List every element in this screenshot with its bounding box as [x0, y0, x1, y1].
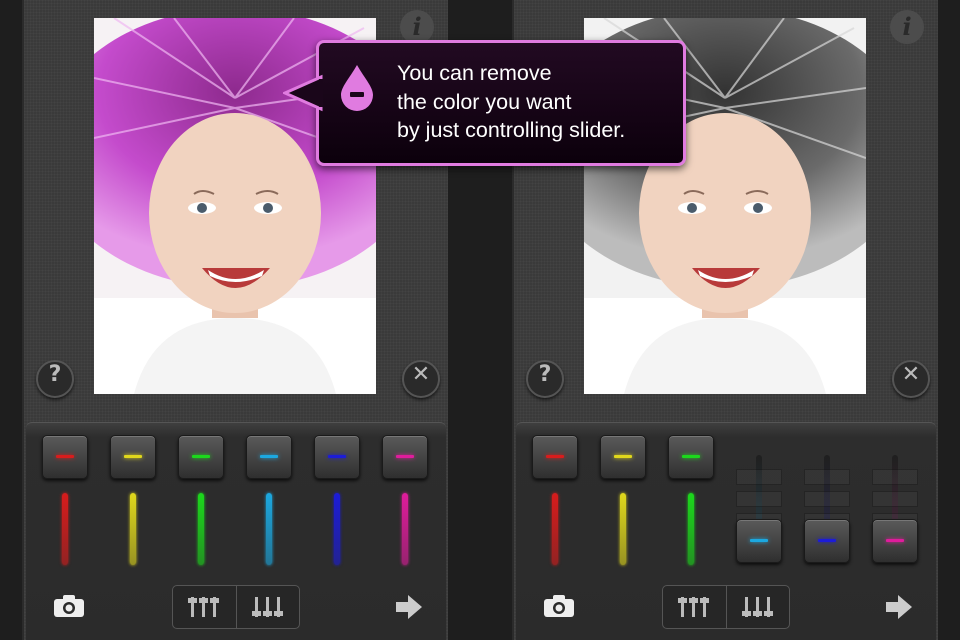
- arrow-right-icon[interactable]: [886, 595, 912, 619]
- sliders-down-icon: [741, 597, 773, 617]
- slider-color-mark: [750, 539, 768, 542]
- slider-knob-magenta[interactable]: [872, 519, 918, 563]
- slider-track-red: [62, 493, 68, 565]
- slider-trail: [804, 491, 850, 507]
- slider-knob-yellow[interactable]: [110, 435, 156, 479]
- callout-line: the color you want: [397, 89, 572, 114]
- slider-cyan[interactable]: [246, 435, 292, 565]
- slider-knob-magenta[interactable]: [382, 435, 428, 479]
- slider-knob-blue[interactable]: [804, 519, 850, 563]
- slider-cyan[interactable]: [736, 435, 782, 565]
- close-button[interactable]: ✕: [892, 360, 930, 398]
- slider-blue[interactable]: [804, 435, 850, 565]
- slider-track-green: [198, 493, 204, 565]
- sliders-down-button[interactable]: [235, 586, 300, 628]
- slider-color-mark: [192, 455, 210, 458]
- slider-knob-green[interactable]: [668, 435, 714, 479]
- slider-mode-toggle: [662, 585, 790, 629]
- slider-track-blue: [334, 493, 340, 565]
- slider-knob-yellow[interactable]: [600, 435, 646, 479]
- close-button[interactable]: ✕: [402, 360, 440, 398]
- info-icon[interactable]: i: [400, 10, 434, 44]
- camera-icon[interactable]: [54, 595, 84, 617]
- slider-knob-cyan[interactable]: [246, 435, 292, 479]
- slider-trail: [736, 469, 782, 485]
- slider-color-mark: [56, 455, 74, 458]
- slider-color-mark: [260, 455, 278, 458]
- slider-knob-cyan[interactable]: [736, 519, 782, 563]
- slider-mode-toggle: [172, 585, 300, 629]
- slider-color-mark: [396, 455, 414, 458]
- color-slider-panel: [516, 422, 936, 640]
- slider-knob-red[interactable]: [532, 435, 578, 479]
- callout-message: You can remove the color you want by jus…: [397, 59, 677, 145]
- slider-color-mark: [546, 455, 564, 458]
- slider-color-mark: [886, 539, 904, 542]
- slider-color-mark: [328, 455, 346, 458]
- sliders-up-button[interactable]: [663, 586, 726, 628]
- slider-knob-red[interactable]: [42, 435, 88, 479]
- minus-drop-icon: [341, 65, 373, 111]
- help-button[interactable]: ?: [526, 360, 564, 398]
- tutorial-callout: You can remove the color you want by jus…: [283, 40, 686, 166]
- callout-pointer: [283, 74, 323, 112]
- slider-track-green: [688, 493, 694, 565]
- slider-track-cyan: [266, 493, 272, 565]
- left-gutter: [0, 0, 22, 640]
- info-icon[interactable]: i: [890, 10, 924, 44]
- arrow-right-icon[interactable]: [396, 595, 422, 619]
- slider-trail: [872, 491, 918, 507]
- slider-red[interactable]: [42, 435, 88, 565]
- callout-line: You can remove: [397, 61, 552, 85]
- color-slider-panel: [26, 422, 446, 640]
- camera-icon[interactable]: [544, 595, 574, 617]
- sliders-up-button[interactable]: [173, 586, 236, 628]
- sliders-down-button[interactable]: [725, 586, 790, 628]
- sliders-up-icon: [678, 597, 710, 617]
- slider-track-yellow: [620, 493, 626, 565]
- slider-trail: [872, 469, 918, 485]
- slider-green[interactable]: [668, 435, 714, 565]
- sliders-up-icon: [188, 597, 220, 617]
- slider-yellow[interactable]: [110, 435, 156, 565]
- slider-color-mark: [682, 455, 700, 458]
- slider-knob-green[interactable]: [178, 435, 224, 479]
- slider-red[interactable]: [532, 435, 578, 565]
- help-button[interactable]: ?: [36, 360, 74, 398]
- slider-trail: [736, 491, 782, 507]
- right-gutter: [938, 0, 960, 640]
- slider-color-mark: [614, 455, 632, 458]
- slider-color-mark: [124, 455, 142, 458]
- slider-knob-blue[interactable]: [314, 435, 360, 479]
- slider-track-red: [552, 493, 558, 565]
- slider-color-mark: [818, 539, 836, 542]
- slider-yellow[interactable]: [600, 435, 646, 565]
- slider-magenta[interactable]: [872, 435, 918, 565]
- slider-magenta[interactable]: [382, 435, 428, 565]
- slider-trail: [804, 469, 850, 485]
- callout-line: by just controlling slider.: [397, 118, 626, 142]
- slider-green[interactable]: [178, 435, 224, 565]
- sliders-down-icon: [251, 597, 283, 617]
- slider-track-magenta: [402, 493, 408, 565]
- slider-blue[interactable]: [314, 435, 360, 565]
- slider-track-yellow: [130, 493, 136, 565]
